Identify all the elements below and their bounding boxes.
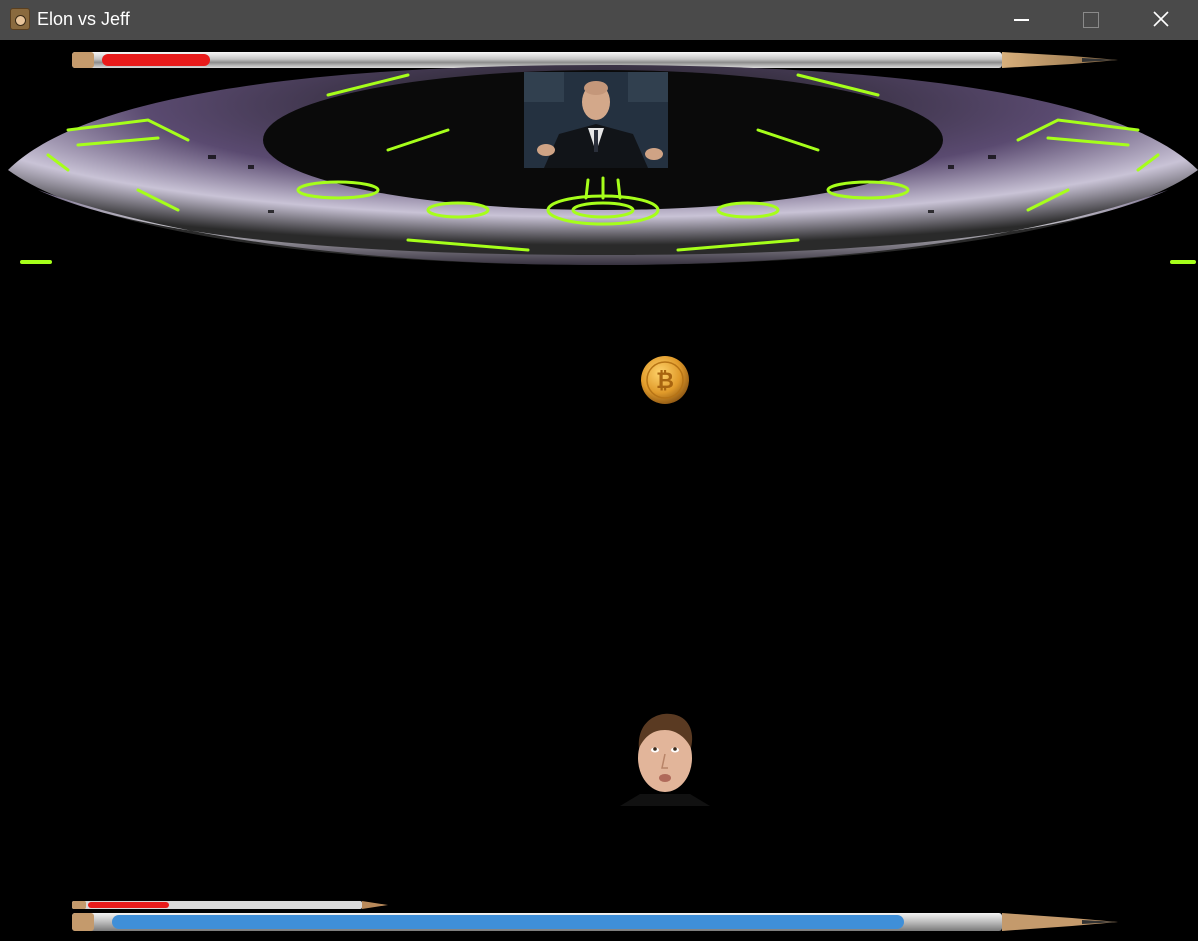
maximize-button[interactable] bbox=[1067, 0, 1113, 40]
player-health-bar bbox=[72, 900, 388, 910]
close-button[interactable] bbox=[1138, 0, 1184, 40]
player-energy-bar bbox=[72, 911, 1118, 933]
close-icon bbox=[1153, 11, 1169, 27]
player-energy-fill bbox=[112, 915, 904, 929]
minimize-button[interactable] bbox=[998, 0, 1044, 40]
game-canvas[interactable]: ₿ bbox=[0, 40, 1198, 941]
elon-head bbox=[620, 713, 710, 806]
window-title: Elon vs Jeff bbox=[37, 9, 130, 29]
ship-edge-light-right bbox=[1170, 260, 1196, 264]
player-health-fill bbox=[88, 902, 169, 908]
bitcoin-coin-icon: ₿ bbox=[641, 356, 689, 404]
window-titlebar: Elon vs Jeff bbox=[0, 0, 1198, 40]
jeff-portrait bbox=[524, 72, 668, 168]
svg-text:₿: ₿ bbox=[656, 369, 674, 394]
bear-icon bbox=[10, 8, 30, 30]
ship-edge-light-left bbox=[20, 260, 52, 264]
